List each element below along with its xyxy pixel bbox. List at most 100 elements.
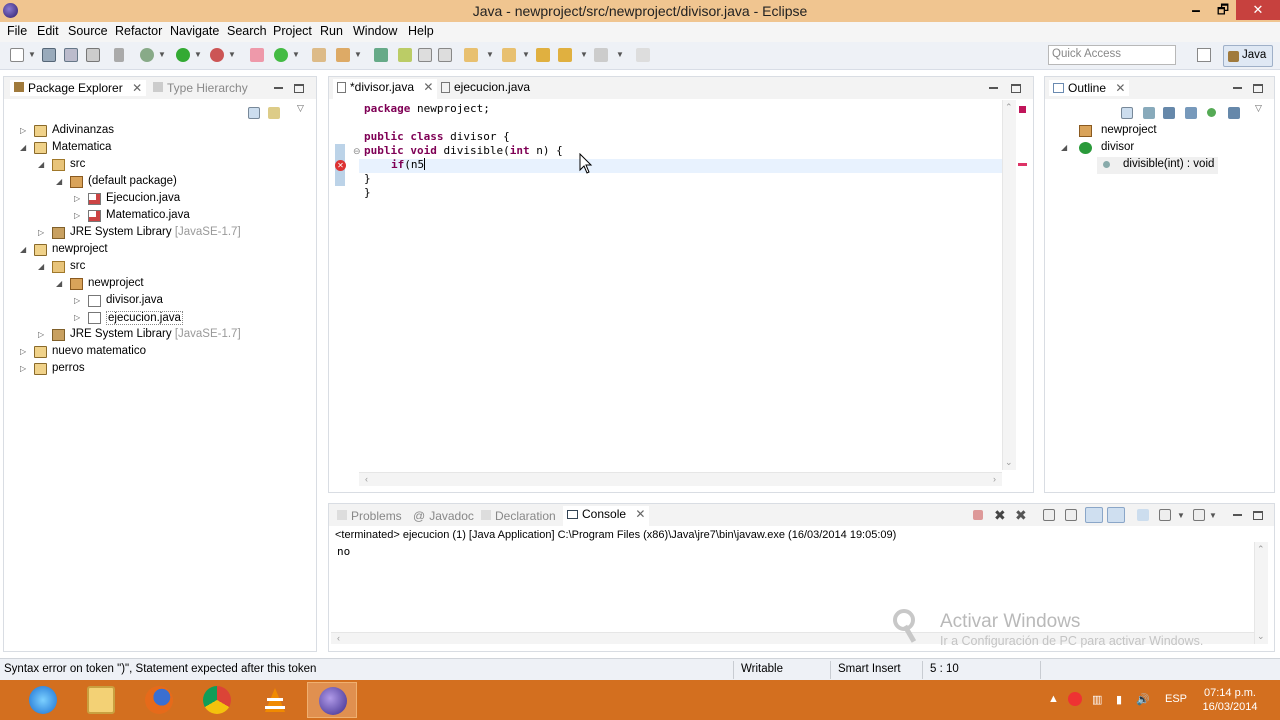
collapse-icon[interactable]: ◢ bbox=[56, 177, 66, 186]
open-type-icon[interactable] bbox=[312, 48, 326, 62]
language-indicator[interactable]: ESP bbox=[1165, 693, 1187, 705]
collapse-all-icon[interactable] bbox=[1121, 107, 1133, 119]
last-edit-location-icon[interactable] bbox=[536, 48, 550, 62]
menu-edit[interactable]: Edit bbox=[37, 24, 59, 38]
taskbar-ie[interactable] bbox=[18, 682, 68, 718]
tab-problems[interactable]: Problems bbox=[333, 508, 406, 524]
forward-dropdown-icon[interactable]: ▼ bbox=[616, 50, 624, 59]
external-tools-icon[interactable] bbox=[210, 48, 224, 62]
hide-local-types-icon[interactable] bbox=[1228, 107, 1240, 119]
run-dropdown-icon[interactable]: ▼ bbox=[194, 50, 202, 59]
close-button[interactable]: ✕ bbox=[1236, 0, 1280, 20]
new-icon[interactable] bbox=[10, 48, 24, 62]
scroll-left-icon[interactable]: ‹ bbox=[365, 474, 368, 484]
code-line-5[interactable]: if(n5 bbox=[391, 158, 426, 171]
next-annotation-dropdown-icon[interactable]: ▼ bbox=[486, 50, 494, 59]
maximize-editor-icon[interactable] bbox=[1011, 84, 1021, 93]
expand-icon[interactable]: ▷ bbox=[38, 330, 48, 339]
code-line-3[interactable]: public class divisor { bbox=[364, 130, 510, 143]
mark-occurrences-icon[interactable] bbox=[398, 48, 412, 62]
print-icon[interactable] bbox=[86, 48, 100, 62]
new-java-package-icon[interactable] bbox=[250, 48, 264, 62]
show-hidden-icons[interactable]: ▲ bbox=[1048, 693, 1059, 705]
collapse-icon[interactable]: ◢ bbox=[56, 279, 66, 288]
collapse-icon[interactable]: ◢ bbox=[20, 245, 30, 254]
maximize-view-icon[interactable] bbox=[1253, 511, 1263, 520]
show-on-stderr-icon[interactable] bbox=[1107, 507, 1125, 523]
close-tab-icon[interactable]: ✕ bbox=[423, 80, 433, 94]
code-line-4[interactable]: public void divisible(int n) { bbox=[364, 144, 563, 157]
search-icon[interactable] bbox=[336, 48, 350, 62]
external-tools-dropdown-icon[interactable]: ▼ bbox=[228, 50, 236, 59]
minimize-view-icon[interactable] bbox=[1233, 514, 1242, 516]
collapse-icon[interactable]: ◢ bbox=[38, 160, 48, 169]
scroll-lock-icon[interactable] bbox=[1065, 509, 1077, 521]
display-console-icon[interactable] bbox=[1159, 509, 1171, 521]
collapse-all-icon[interactable] bbox=[248, 107, 260, 119]
code-line-7[interactable]: } bbox=[364, 186, 371, 199]
menu-help[interactable]: Help bbox=[408, 24, 434, 38]
scroll-right-icon[interactable]: › bbox=[993, 474, 996, 484]
java-perspective-button[interactable]: Java bbox=[1223, 45, 1273, 67]
pin-console-icon[interactable] bbox=[1137, 509, 1149, 521]
editor-horizontal-scrollbar[interactable]: ‹ › bbox=[359, 472, 1002, 486]
overview-error-summary-icon[interactable] bbox=[1019, 106, 1026, 113]
new-dropdown-icon[interactable]: ▼ bbox=[28, 50, 36, 59]
maximize-button[interactable]: 🗗 bbox=[1210, 0, 1236, 20]
menu-run[interactable]: Run bbox=[320, 24, 343, 38]
expand-icon[interactable]: ▷ bbox=[20, 364, 30, 373]
menu-source[interactable]: Source bbox=[68, 24, 108, 38]
expand-icon[interactable]: ▷ bbox=[74, 194, 84, 203]
editor-vertical-scrollbar[interactable]: ⌃ ⌄ bbox=[1002, 100, 1016, 470]
scroll-left-icon[interactable]: ‹ bbox=[337, 633, 340, 643]
run-icon[interactable] bbox=[176, 48, 190, 62]
scroll-up-icon[interactable]: ⌃ bbox=[1257, 544, 1265, 555]
close-tab-icon[interactable]: ✕ bbox=[1115, 81, 1125, 95]
scroll-down-icon[interactable]: ⌄ bbox=[1005, 457, 1013, 468]
overview-error-marker[interactable] bbox=[1018, 163, 1027, 166]
battery-icon[interactable]: ▮ bbox=[1116, 693, 1122, 706]
menu-search[interactable]: Search bbox=[227, 24, 267, 38]
sort-icon[interactable] bbox=[1143, 107, 1155, 119]
collapse-icon[interactable]: ◢ bbox=[20, 143, 30, 152]
fold-icon[interactable]: ⊖ bbox=[353, 146, 361, 157]
previous-annotation-icon[interactable] bbox=[502, 48, 516, 62]
scroll-down-icon[interactable]: ⌄ bbox=[1257, 631, 1265, 642]
hide-fields-icon[interactable] bbox=[1163, 107, 1175, 119]
expand-icon[interactable]: ▷ bbox=[20, 126, 30, 135]
taskbar-explorer[interactable] bbox=[76, 682, 126, 718]
pin-editor-icon[interactable] bbox=[636, 48, 650, 62]
menu-project[interactable]: Project bbox=[273, 24, 312, 38]
tab-outline[interactable]: Outline ✕ bbox=[1049, 80, 1130, 96]
minimize-view-icon[interactable] bbox=[1233, 87, 1242, 89]
tray-app-icon[interactable] bbox=[1068, 692, 1082, 706]
debug-icon[interactable] bbox=[140, 48, 154, 62]
tab-divisor-java[interactable]: *divisor.java ✕ bbox=[333, 79, 438, 99]
clock[interactable]: 07:14 p.m. 16/03/2014 bbox=[1195, 686, 1265, 714]
search-dropdown-icon[interactable]: ▼ bbox=[354, 50, 362, 59]
clear-console-icon[interactable] bbox=[1043, 509, 1055, 521]
tab-console[interactable]: Console ✕ bbox=[563, 506, 650, 526]
terminate-icon[interactable] bbox=[973, 510, 983, 520]
tab-ejecucion-java[interactable]: ejecucion.java bbox=[437, 79, 534, 95]
forward-icon[interactable] bbox=[594, 48, 608, 62]
volume-icon[interactable]: 🔊 bbox=[1136, 693, 1150, 706]
tab-package-explorer[interactable]: Package Explorer ✕ bbox=[10, 80, 147, 96]
scroll-up-icon[interactable]: ⌃ bbox=[1005, 102, 1013, 113]
menu-file[interactable]: File bbox=[7, 24, 27, 38]
menu-refactor[interactable]: Refactor bbox=[115, 24, 162, 38]
remove-all-launches-icon[interactable]: ✖ bbox=[1015, 507, 1027, 524]
new-java-class-icon[interactable] bbox=[274, 48, 288, 62]
taskbar-firefox[interactable] bbox=[134, 682, 184, 718]
next-annotation-icon[interactable] bbox=[374, 48, 388, 62]
close-tab-icon[interactable]: ✕ bbox=[132, 81, 142, 95]
show-whitespace-icon[interactable] bbox=[438, 48, 452, 62]
status-insert-mode[interactable]: Smart Insert bbox=[838, 663, 901, 675]
expand-icon[interactable]: ▷ bbox=[38, 228, 48, 237]
view-menu-icon[interactable]: ▽ bbox=[297, 103, 304, 114]
back-icon[interactable] bbox=[558, 48, 572, 62]
tab-javadoc[interactable]: @ Javadoc bbox=[409, 508, 478, 524]
view-menu-icon[interactable]: ▽ bbox=[1255, 103, 1262, 114]
tab-type-hierarchy[interactable]: Type Hierarchy bbox=[149, 80, 252, 96]
expand-icon[interactable]: ▷ bbox=[20, 347, 30, 356]
